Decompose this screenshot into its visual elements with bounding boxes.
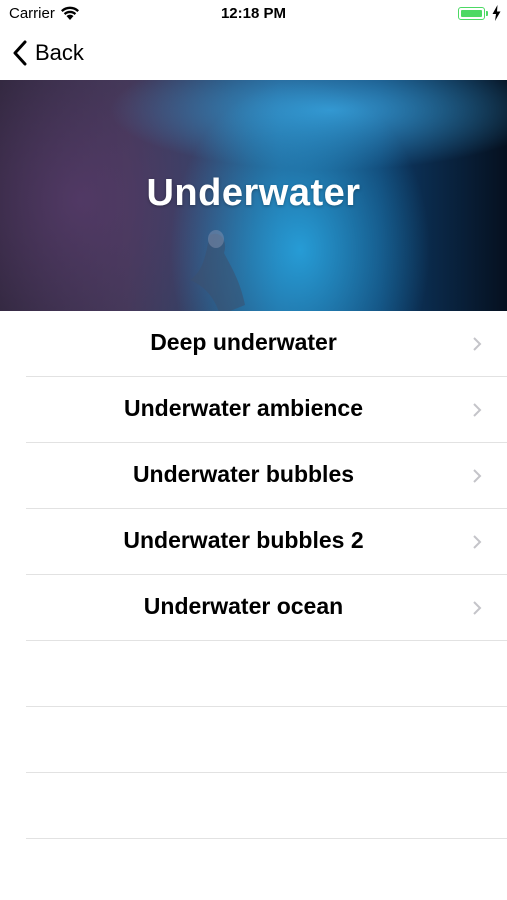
back-label: Back [35,40,84,65]
list-item-label: Underwater bubbles 2 [123,527,364,553]
navigation-bar: Back [0,28,507,80]
empty-row [0,773,507,839]
list-item-label: Deep underwater [150,329,337,355]
list-item[interactable]: Deep underwater [0,311,507,377]
list-item[interactable]: Underwater ocean [0,575,507,641]
row-divider [26,838,507,839]
chevron-right-icon [473,403,482,417]
battery-icon [458,7,485,20]
list-item-label: Underwater bubbles [132,461,355,487]
empty-row [0,641,507,707]
clock: 12:18 PM [220,5,287,22]
list-item[interactable]: Underwater bubbles 2 [0,509,507,575]
list-item[interactable]: Underwater ambience [0,377,507,443]
battery-cap [486,11,488,16]
list-item[interactable]: Underwater bubbles [0,443,507,509]
empty-row [0,707,507,773]
chevron-right-icon [473,337,482,351]
sound-list: Deep underwater Underwater ambience Unde… [0,311,507,839]
list-item-label: Underwater ambience [123,395,364,421]
status-bar: Carrier 12:18 PM [0,0,507,28]
page-title: Underwater [146,172,361,214]
header-banner: Underwater [0,80,507,311]
chevron-left-icon [13,40,27,66]
swimmer-image [190,230,245,311]
bolt-icon [492,5,501,21]
chevron-right-icon [473,535,482,549]
chevron-right-icon [473,601,482,615]
back-button[interactable]: Back [12,36,84,70]
chevron-right-icon [473,469,482,483]
list-item-label: Underwater ocean [143,593,344,619]
